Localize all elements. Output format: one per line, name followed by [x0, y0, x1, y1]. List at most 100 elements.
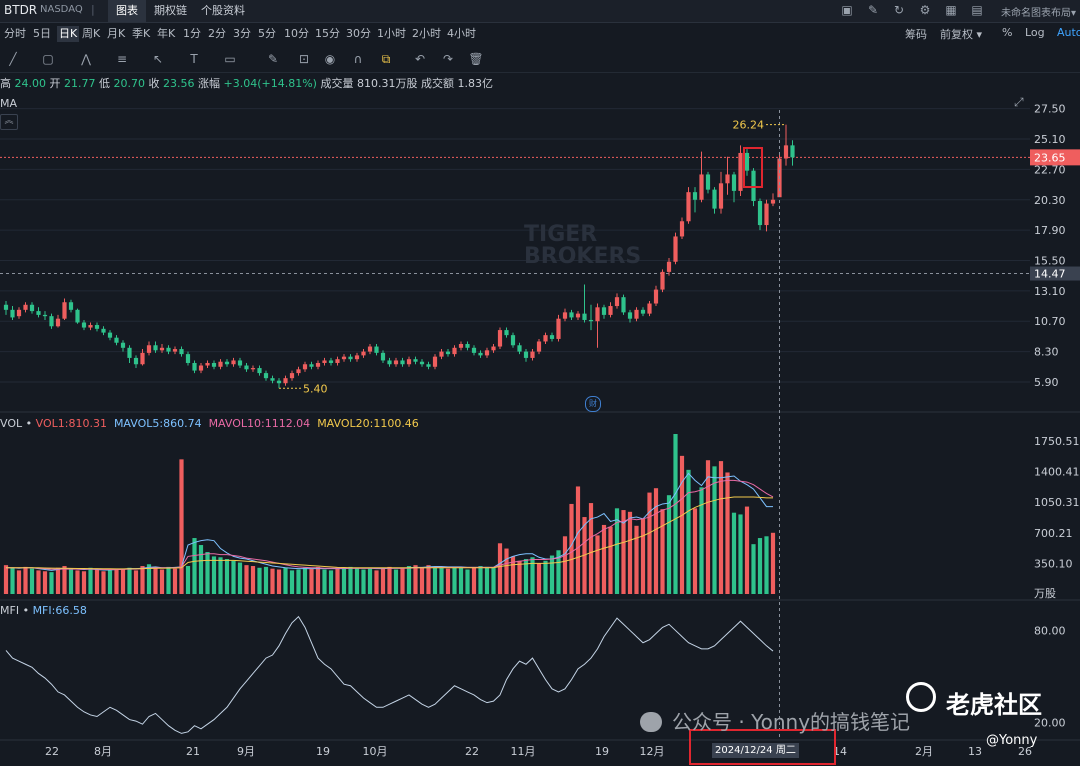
price-tick-label: 20.30	[1034, 194, 1066, 207]
candle-body	[49, 316, 54, 327]
volume-bar	[127, 567, 132, 594]
volume-bar	[88, 567, 93, 594]
volume-bar	[484, 566, 490, 594]
volume-bar	[614, 508, 620, 594]
candle-body	[42, 314, 48, 317]
volume-bar	[471, 567, 477, 594]
candle-body	[36, 311, 41, 315]
candle-body	[445, 351, 451, 355]
x-axis-label: 22	[465, 745, 479, 758]
volume-bar	[738, 514, 743, 594]
x-axis-label: 19	[316, 745, 330, 758]
candle-body	[471, 347, 477, 353]
candle-body	[88, 325, 93, 328]
volume-bar	[172, 568, 178, 594]
volume-bar	[153, 567, 158, 594]
volume-bar	[764, 536, 769, 594]
high-label: 高	[0, 77, 11, 90]
candle-body	[68, 302, 74, 310]
volume-bar	[354, 567, 360, 594]
volume-bar	[543, 560, 548, 594]
volume-bar	[211, 556, 217, 594]
earnings-calendar-badge[interactable]: 财	[585, 396, 601, 412]
volume-bar	[55, 567, 61, 594]
candle-body	[81, 322, 87, 328]
candle-body	[101, 328, 106, 333]
volume-bar	[679, 455, 685, 594]
candle-body	[16, 309, 22, 317]
price-tick-label: 13.10	[1034, 285, 1066, 298]
candle-body	[198, 365, 204, 371]
volume-bar	[23, 566, 28, 594]
candle-body	[556, 318, 561, 339]
low-value: 20.70	[113, 77, 146, 90]
x-axis-label: 13	[968, 745, 982, 758]
candle-body	[621, 297, 626, 313]
candle-body	[205, 362, 210, 366]
ma-indicator-label[interactable]: MA	[0, 97, 17, 110]
volume-bar	[114, 568, 119, 594]
volume-bar	[3, 565, 9, 594]
candle-body	[543, 335, 548, 342]
candle-body	[660, 271, 665, 290]
candle-body	[276, 380, 282, 384]
low-marker-label: 5.40	[303, 382, 328, 395]
candle-body	[3, 304, 9, 310]
mfi-indicator-name[interactable]: MFI	[0, 604, 19, 617]
price-tick-label: 8.30	[1034, 346, 1059, 359]
candle-body	[562, 312, 568, 319]
close-value: 23.56	[163, 77, 195, 90]
candle-body	[244, 365, 249, 370]
fullscreen-icon[interactable]: ⤢	[1014, 96, 1026, 108]
volume-bar	[335, 567, 340, 594]
candle-body	[250, 368, 256, 370]
volume-bar	[653, 488, 659, 594]
volume-bar	[185, 566, 191, 594]
candle-body	[185, 354, 191, 363]
volume-bar	[432, 566, 438, 594]
candle-body	[237, 360, 243, 366]
mfi-tick-label: 80.00	[1034, 624, 1066, 637]
volume-bar	[601, 524, 607, 594]
candle-body	[484, 350, 490, 356]
volume-bar	[686, 469, 691, 594]
collapse-indicators-button[interactable]: ︽	[0, 114, 18, 130]
volume-bar	[406, 566, 412, 594]
volume-bar	[10, 567, 15, 594]
volume-bar	[458, 567, 464, 594]
candle-body	[322, 360, 327, 363]
volume-bar	[380, 567, 386, 594]
x-axis-label: 2月	[915, 745, 933, 758]
volume-bar	[666, 495, 672, 594]
mavol20-value: MAVOL20:1100.46	[317, 417, 419, 430]
candle-body	[172, 349, 178, 352]
candle-body	[757, 201, 763, 226]
volume-bar	[257, 567, 262, 594]
volume-unit-label: 万股	[1034, 587, 1056, 600]
candle-body	[634, 309, 639, 319]
candle-body	[367, 346, 373, 352]
candle-body	[692, 192, 698, 200]
stock-chart[interactable]: 27.5025.1022.7020.3017.9015.5013.1010.70…	[0, 0, 1080, 766]
candle-body	[75, 309, 80, 323]
volume-bar	[536, 563, 542, 594]
candle-body	[179, 349, 184, 355]
volume-bar	[712, 466, 717, 594]
volume-bar	[159, 569, 165, 594]
candle-body	[523, 351, 529, 358]
volume-bar	[393, 569, 399, 594]
volume-bar	[744, 506, 750, 594]
candle-body	[439, 351, 444, 357]
x-axis-label: 19	[595, 745, 609, 758]
volume-bar	[36, 570, 41, 594]
candle-body	[686, 192, 691, 222]
candle-body	[231, 360, 236, 365]
x-axis-label: 11月	[511, 745, 536, 758]
amount-value: 1.83亿	[457, 77, 493, 90]
volume-bar	[166, 566, 171, 594]
candle-body	[335, 359, 340, 363]
vol-indicator-name[interactable]: VOL	[0, 417, 22, 430]
candle-body	[406, 359, 412, 365]
volume-bar	[120, 569, 126, 594]
volume-bar	[699, 487, 704, 594]
